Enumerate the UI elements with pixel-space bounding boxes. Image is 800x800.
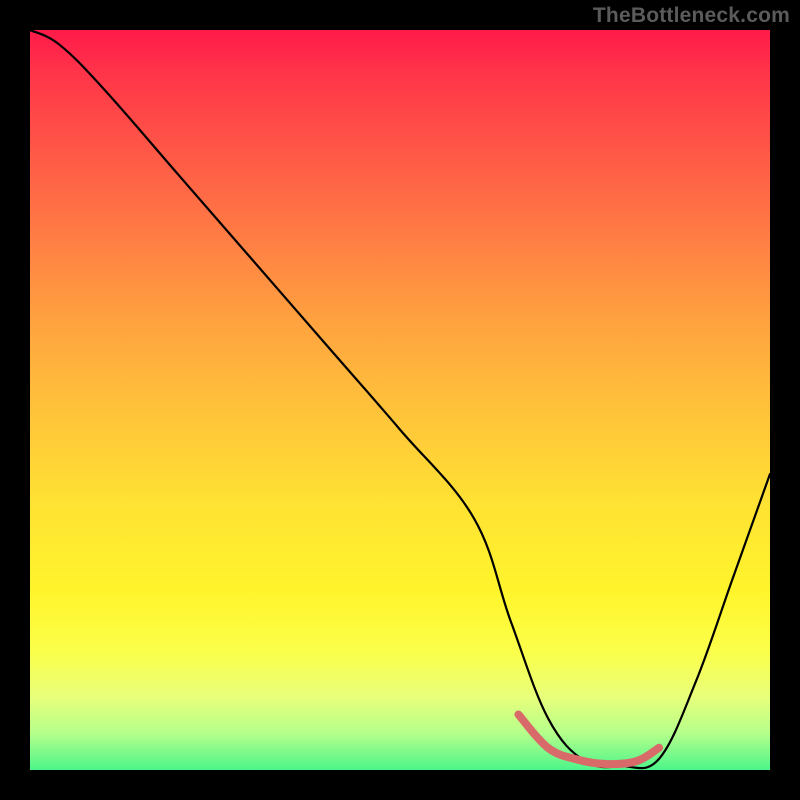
watermark-text: TheBottleneck.com [593, 4, 790, 28]
chart-frame: TheBottleneck.com [0, 0, 800, 800]
curve-path [30, 30, 770, 768]
plot-area [30, 30, 770, 770]
highlight-path [518, 715, 659, 765]
chart-svg [30, 30, 770, 770]
